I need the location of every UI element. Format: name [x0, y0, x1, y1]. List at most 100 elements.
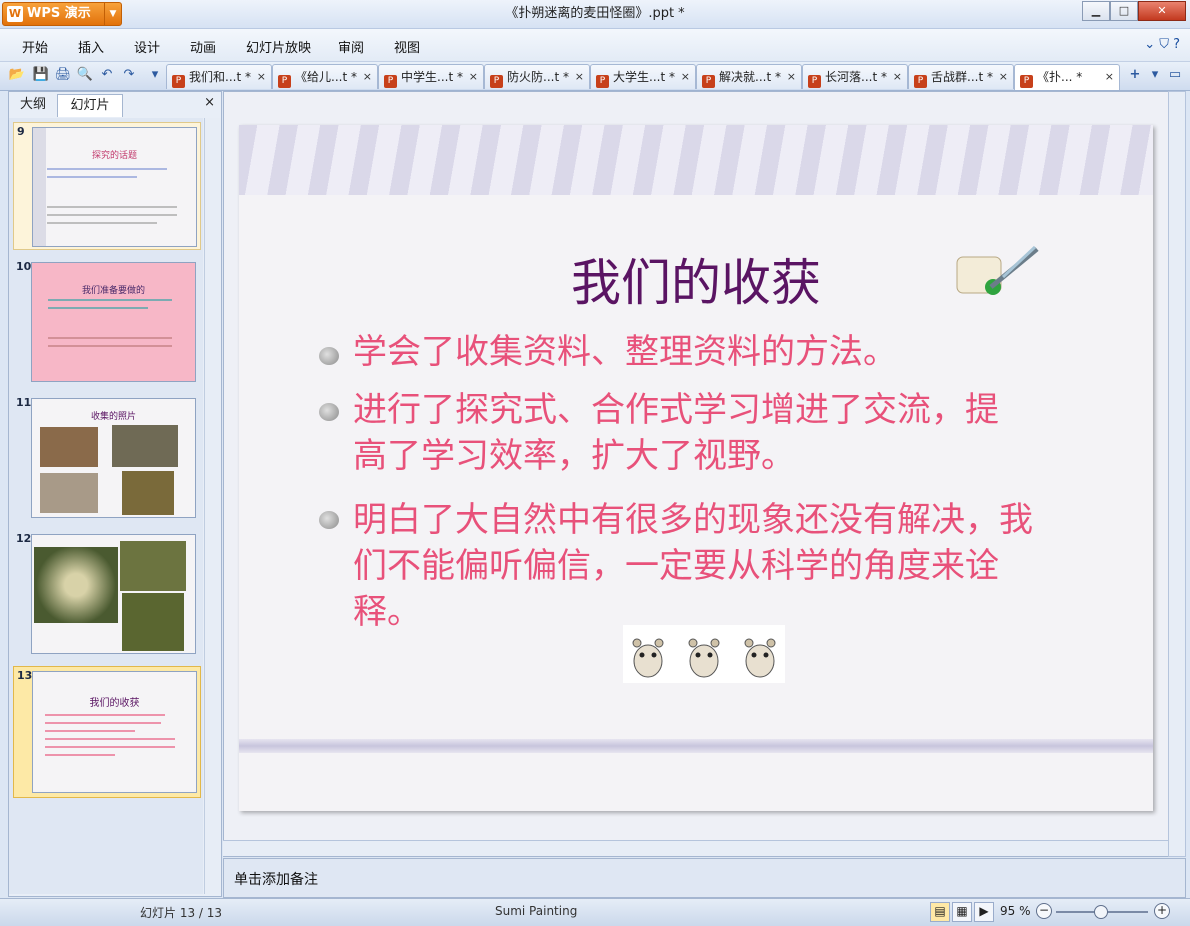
new-tab-icon[interactable]: +: [1126, 66, 1144, 84]
vertical-scrollbar[interactable]: [1168, 91, 1186, 857]
window-title: 《扑朔迷离的麦田怪圈》.ppt *: [505, 6, 685, 21]
close-tab-icon[interactable]: ×: [363, 65, 372, 89]
close-button[interactable]: ✕: [1138, 1, 1186, 21]
maximize-button[interactable]: □: [1110, 1, 1138, 21]
horizontal-scrollbar[interactable]: [223, 840, 1168, 856]
panel-scrollbar[interactable]: [204, 118, 221, 894]
hamster-icon: [744, 638, 776, 678]
slide-number: 13: [17, 669, 33, 682]
doc-tab-label: 大学生...t *: [613, 70, 675, 84]
zoom-in-button[interactable]: +: [1154, 903, 1170, 919]
doc-tab-3[interactable]: P 中学生...t * ×: [378, 64, 484, 89]
bullet-icon: [319, 347, 339, 365]
ppt-file-icon: P: [808, 75, 821, 88]
slide-thumbnail-11[interactable]: 11 收集的照片: [13, 394, 199, 520]
close-tab-icon[interactable]: ×: [999, 65, 1008, 89]
preview-icon[interactable]: 🔍: [76, 66, 94, 84]
window-layout-icon[interactable]: ▭: [1166, 66, 1184, 84]
slide-thumbnail-13[interactable]: 13 我们的收获: [13, 666, 201, 798]
title-bar: 《扑朔迷离的麦田怪圈》.ppt * W WPS 演示 ▼ ▁ □ ✕: [0, 0, 1190, 29]
save-icon[interactable]: 💾: [32, 66, 50, 84]
close-tab-icon[interactable]: ×: [1105, 65, 1114, 89]
bullet-text-3[interactable]: 明白了大自然中有很多的现象还没有解决，我们不能偏听偏信，一定要从科学的角度来诠释…: [353, 497, 1053, 635]
menu-animation[interactable]: 动画: [190, 37, 216, 56]
thumbnail-title: 我们的收获: [89, 698, 140, 709]
help-icons[interactable]: ⌄ ⛉ ?: [1144, 37, 1180, 52]
zoom-out-button[interactable]: −: [1036, 903, 1052, 919]
doc-tab-1[interactable]: P 我们和...t * ×: [166, 64, 272, 89]
slide-thumbnail-9[interactable]: 9 探究的话题: [13, 122, 201, 250]
slide-panel: 大纲 幻灯片 × 9 探究的话题 10 我们准备要做的 11 收集的照片 12 …: [8, 91, 222, 897]
slide-number: 12: [16, 532, 32, 545]
slide-thumbnail-12[interactable]: 12: [13, 530, 199, 656]
thumbnail-title: 探究的话题: [91, 151, 137, 161]
doc-tab-7[interactable]: P 长河落...t * ×: [802, 64, 908, 89]
doc-tab-4[interactable]: P 防火防...t * ×: [484, 64, 590, 89]
menu-slideshow[interactable]: 幻灯片放映: [246, 37, 311, 56]
notes-pane[interactable]: 单击添加备注: [223, 858, 1186, 898]
redo-icon[interactable]: ↷: [120, 66, 138, 84]
close-tab-icon[interactable]: ×: [469, 65, 478, 89]
ppt-file-icon: P: [278, 75, 291, 88]
bullet-icon: [319, 403, 339, 421]
ppt-file-icon: P: [702, 75, 715, 88]
normal-view-icon[interactable]: ▤: [930, 902, 950, 922]
menu-design[interactable]: 设计: [134, 37, 160, 56]
print-icon[interactable]: 🖨: [54, 66, 72, 84]
ppt-file-icon: P: [490, 75, 503, 88]
slide-number: 11: [16, 396, 32, 409]
ppt-file-icon: P: [596, 75, 609, 88]
app-menu-button[interactable]: W WPS 演示 ▼: [2, 2, 122, 26]
close-tab-icon[interactable]: ×: [575, 65, 584, 89]
tab-outline[interactable]: 大纲: [13, 94, 53, 116]
bullet-text-2[interactable]: 进行了探究式、合作式学习增进了交流，提高了学习效率，扩大了视野。: [353, 387, 1013, 479]
doc-tab-8[interactable]: P 舌战群...t * ×: [908, 64, 1014, 89]
menu-review[interactable]: 审阅: [338, 37, 364, 56]
slide-number: 10: [16, 260, 32, 273]
quill-scroll-icon: [956, 245, 1039, 295]
menu-view[interactable]: 视图: [394, 37, 420, 56]
close-tab-icon[interactable]: ×: [681, 65, 690, 89]
ppt-file-icon: P: [914, 75, 927, 88]
doc-tab-2[interactable]: P 《给儿...t * ×: [272, 64, 378, 89]
tab-list-icon[interactable]: ▾: [1146, 66, 1164, 84]
thumbnail-image: [31, 534, 196, 654]
hamster-icon: [632, 638, 664, 678]
thumbnail-list: 9 探究的话题 10 我们准备要做的 11 收集的照片 12 13 我们的收获: [9, 118, 203, 894]
doc-tab-6[interactable]: P 解决就...t * ×: [696, 64, 802, 89]
minimize-button[interactable]: ▁: [1082, 1, 1110, 21]
status-bar: 幻灯片 13 / 13 Sumi Painting ▤ ▦ ▶ 95 % − +: [0, 898, 1190, 926]
bullet-icon: [319, 511, 339, 529]
open-icon[interactable]: 📂: [8, 66, 26, 84]
doc-tab-label: 《给儿...t *: [295, 70, 357, 84]
doc-tab-active[interactable]: P 《扑... * ×: [1014, 64, 1120, 90]
doc-tab-label: 解决就...t *: [719, 70, 781, 84]
close-tab-icon[interactable]: ×: [787, 65, 796, 89]
thumbnail-image: 探究的话题: [32, 127, 197, 247]
app-name: WPS 演示: [27, 6, 91, 21]
more-icon[interactable]: ▾: [146, 66, 164, 84]
zoom-level: 95 %: [1000, 904, 1031, 918]
close-tab-icon[interactable]: ×: [893, 65, 902, 89]
tab-slides[interactable]: 幻灯片: [57, 94, 123, 117]
undo-icon[interactable]: ↶: [98, 66, 116, 84]
zoom-slider-handle[interactable]: [1094, 905, 1108, 919]
wps-logo-icon: W: [7, 6, 23, 22]
slideshow-view-icon[interactable]: ▶: [974, 902, 994, 922]
doc-tab-label: 中学生...t *: [401, 70, 463, 84]
ppt-file-icon: P: [1020, 75, 1033, 88]
tab-toolbar: 📂 💾 🖨 🔍 ↶ ↷ ▾ P 我们和...t * × P 《给儿...t * × …: [0, 61, 1190, 91]
slide[interactable]: 我们的收获 学会了收集资料、整理资料的方法。 进行了探究式、合作式学习增进了交流…: [239, 125, 1153, 811]
chevron-down-icon: ▼: [104, 3, 121, 25]
slide-thumbnail-10[interactable]: 10 我们准备要做的: [13, 258, 199, 384]
bullet-text-1[interactable]: 学会了收集资料、整理资料的方法。: [353, 329, 1053, 375]
close-panel-icon[interactable]: ×: [204, 95, 215, 110]
close-tab-icon[interactable]: ×: [257, 65, 266, 89]
thumbnail-image: 收集的照片: [31, 398, 196, 518]
slide-header-brush: [239, 125, 1153, 195]
slide-number: 9: [17, 125, 25, 138]
doc-tab-5[interactable]: P 大学生...t * ×: [590, 64, 696, 89]
menu-home[interactable]: 开始: [22, 37, 48, 56]
menu-insert[interactable]: 插入: [78, 37, 104, 56]
sorter-view-icon[interactable]: ▦: [952, 902, 972, 922]
